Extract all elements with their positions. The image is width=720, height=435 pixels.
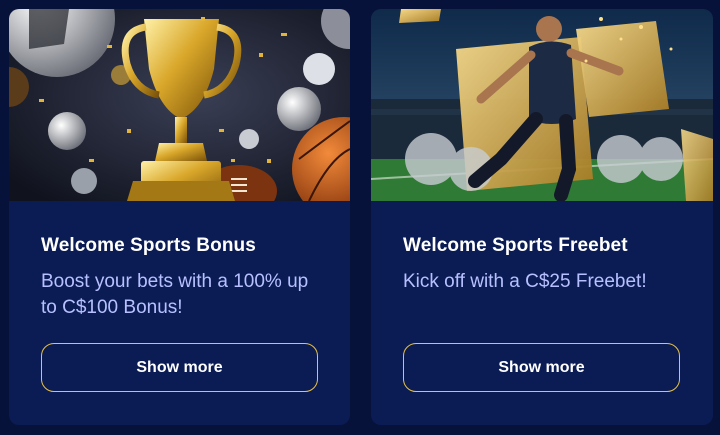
promo-card-sports-bonus: Welcome Sports Bonus Boost your bets wit… — [9, 9, 350, 425]
card-description: Kick off with a C$25 Freebet! — [403, 271, 647, 292]
trophy-icon — [9, 9, 350, 201]
promo-image-soccer — [371, 9, 713, 201]
promo-image-trophy — [9, 9, 350, 201]
soccer-player-icon — [371, 9, 713, 201]
show-more-button[interactable]: Show more — [403, 343, 680, 392]
card-title: Welcome Sports Freebet — [403, 235, 628, 256]
promo-card-sports-freebet: Welcome Sports Freebet Kick off with a C… — [371, 9, 713, 425]
card-description: Boost your bets with a 100% up to C$100 … — [41, 271, 309, 318]
card-title: Welcome Sports Bonus — [41, 235, 256, 256]
show-more-button[interactable]: Show more — [41, 343, 318, 392]
